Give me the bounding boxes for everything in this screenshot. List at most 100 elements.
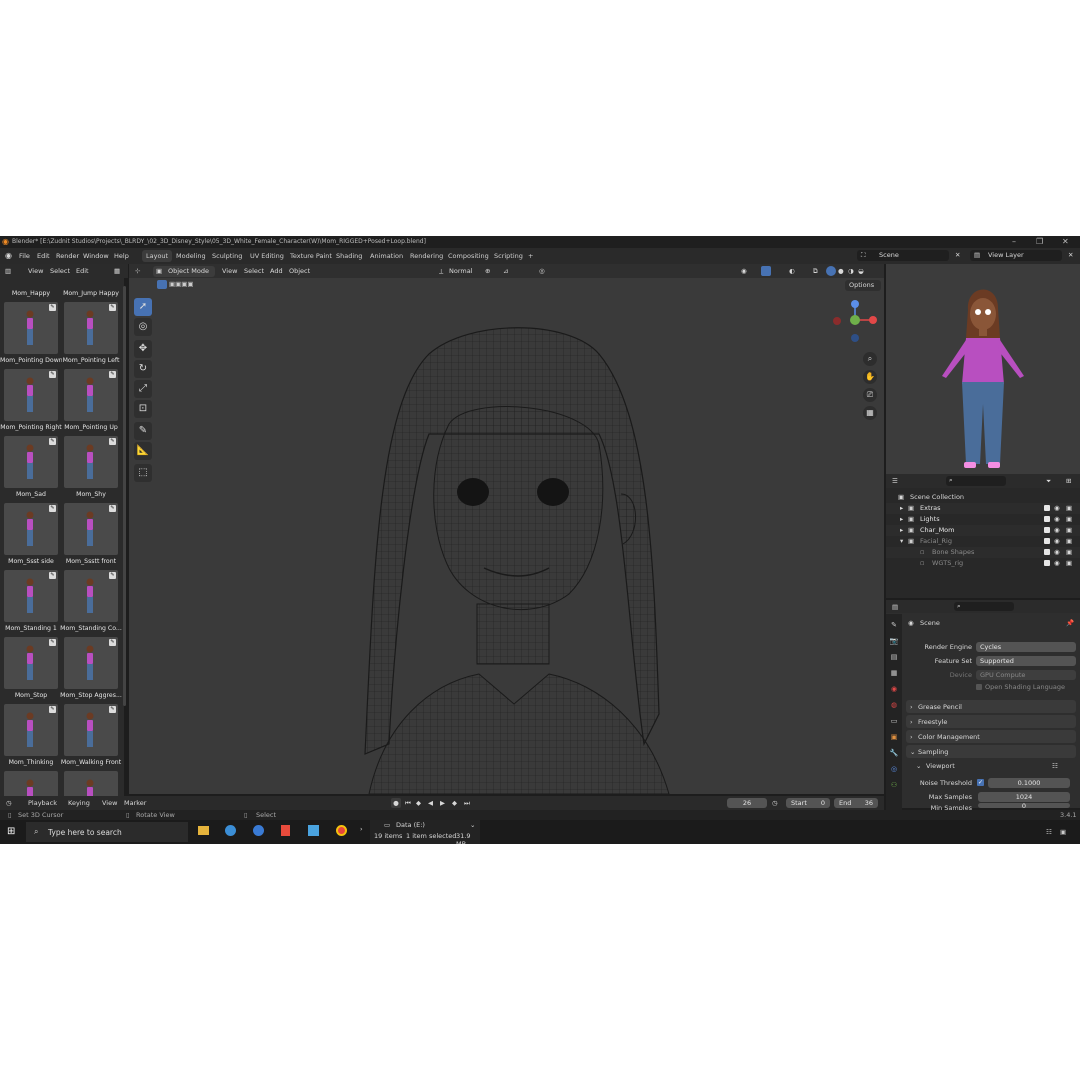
- collection-tab-icon[interactable]: ▭: [889, 716, 899, 726]
- asset-thumbnail[interactable]: ✎: [64, 436, 118, 488]
- asset-thumbnail[interactable]: ✎: [4, 436, 58, 488]
- output-tab-icon[interactable]: ▤: [889, 652, 899, 662]
- timeline-menu-view[interactable]: View: [102, 799, 117, 807]
- eye-visibility-icon[interactable]: ◉: [1054, 548, 1060, 556]
- render-tab-icon[interactable]: 📷: [889, 636, 899, 646]
- camera-render-icon[interactable]: ▣: [1066, 548, 1072, 556]
- camera-render-icon[interactable]: ▣: [1066, 515, 1072, 523]
- zoom-icon[interactable]: ⌕: [863, 352, 877, 366]
- camera-view-icon[interactable]: ⎚: [863, 388, 877, 402]
- more-apps-icon[interactable]: ›: [360, 825, 363, 833]
- file-explorer-icon[interactable]: [198, 826, 209, 835]
- minimize-icon[interactable]: –: [1012, 237, 1016, 246]
- jump-start-icon[interactable]: ⏮: [405, 799, 411, 808]
- windows-start-icon[interactable]: ⊞: [7, 826, 15, 837]
- panel-freestyle[interactable]: › Freestyle: [906, 715, 1076, 728]
- asset-thumbnail[interactable]: ✎: [4, 302, 58, 354]
- physics-tab-icon[interactable]: ◎: [889, 764, 899, 774]
- exclude-checkbox[interactable]: [1044, 505, 1050, 511]
- current-frame-field[interactable]: 26: [727, 798, 767, 808]
- end-frame-field[interactable]: End 36: [834, 798, 878, 808]
- camera-render-icon[interactable]: ▣: [1066, 537, 1072, 545]
- chrome-browser-icon[interactable]: [336, 825, 347, 836]
- asset-thumbnail[interactable]: [4, 771, 58, 796]
- play-icon[interactable]: ▶: [440, 799, 445, 807]
- timeline-menu-marker[interactable]: Marker: [124, 799, 146, 807]
- noise-threshold-field[interactable]: 0.1000: [988, 778, 1070, 788]
- asset-thumbnail[interactable]: ✎: [64, 570, 118, 622]
- timeline-menu-keying[interactable]: Keying: [68, 799, 90, 807]
- outliner-expander-icon[interactable]: ▸: [900, 526, 903, 534]
- tab-scripting[interactable]: Scripting: [494, 252, 523, 260]
- properties-search-input[interactable]: ⌕: [954, 602, 1014, 611]
- asset-menu-select[interactable]: Select: [50, 267, 70, 275]
- eye-visibility-icon[interactable]: ◉: [1054, 559, 1060, 567]
- eye-visibility-icon[interactable]: ◉: [1054, 515, 1060, 523]
- camera-render-icon[interactable]: ▣: [1066, 504, 1072, 512]
- view-layer-tab-icon[interactable]: ▦: [889, 668, 899, 678]
- add-workspace-button[interactable]: +: [528, 252, 533, 260]
- outliner-row-char-mom[interactable]: ▸ ▣ Char_Mom ◉ ▣: [886, 525, 1080, 536]
- asset-menu-view[interactable]: View: [28, 267, 43, 275]
- exclude-checkbox[interactable]: [1044, 549, 1050, 555]
- asset-thumbnail[interactable]: ✎: [4, 704, 58, 756]
- eye-visibility-icon[interactable]: ◉: [1054, 526, 1060, 534]
- close-icon[interactable]: ✕: [1062, 237, 1069, 246]
- editor-type-icon[interactable]: ▥: [5, 267, 11, 275]
- steam-app-icon[interactable]: [253, 825, 264, 836]
- blender-menu-icon[interactable]: ◉: [5, 251, 12, 260]
- panel-grease-pencil[interactable]: › Grease Pencil: [906, 700, 1076, 713]
- exclude-checkbox[interactable]: [1044, 516, 1050, 522]
- object-tab-icon[interactable]: ▣: [889, 732, 899, 742]
- render-preview[interactable]: [886, 264, 1080, 474]
- asset-browser-scrollbar[interactable]: [123, 286, 126, 706]
- chevron-down-icon[interactable]: ⌄: [916, 762, 921, 770]
- panel-sampling[interactable]: ⌄ Sampling: [906, 745, 1076, 758]
- prev-keyframe-icon[interactable]: ◆: [416, 799, 421, 807]
- outliner-row-wgts-rig[interactable]: ▫ WGTS_rig ◉ ▣: [886, 558, 1080, 569]
- asset-thumbnail[interactable]: ✎: [64, 503, 118, 555]
- exclude-checkbox[interactable]: [1044, 527, 1050, 533]
- asset-thumbnail[interactable]: ✎: [64, 302, 118, 354]
- outliner-scene-collection[interactable]: ▣ Scene Collection: [886, 492, 1080, 503]
- outliner-expander-icon[interactable]: ▸: [900, 504, 903, 512]
- new-collection-icon[interactable]: ⊞: [1066, 477, 1071, 485]
- camera-render-icon[interactable]: ▣: [1066, 526, 1072, 534]
- asset-menu-edit[interactable]: Edit: [76, 267, 89, 275]
- outliner-row-bone-shapes[interactable]: ▫ Bone Shapes ◉ ▣: [886, 547, 1080, 558]
- asset-thumbnail[interactable]: ✎: [4, 570, 58, 622]
- asset-thumbnail[interactable]: ✎: [4, 503, 58, 555]
- view-layer-selector[interactable]: ▤ View Layer: [970, 250, 1062, 261]
- tool-tab-icon[interactable]: ✎: [889, 620, 899, 630]
- editor-type-icon[interactable]: ▤: [892, 603, 898, 611]
- tab-sculpting[interactable]: Sculpting: [212, 252, 242, 260]
- eye-visibility-icon[interactable]: ◉: [1054, 537, 1060, 545]
- scene-tab-icon[interactable]: ◉: [889, 684, 899, 694]
- outliner-expander-icon[interactable]: ▸: [900, 515, 903, 523]
- navigation-gizmo[interactable]: [829, 300, 884, 350]
- feature-set-dropdown[interactable]: Supported: [976, 656, 1076, 666]
- menu-render[interactable]: Render: [56, 252, 79, 260]
- asset-thumbnail[interactable]: ✎: [4, 637, 58, 689]
- tab-uv-editing[interactable]: UV Editing: [250, 252, 284, 260]
- tab-animation[interactable]: Animation: [370, 252, 403, 260]
- tab-modeling[interactable]: Modeling: [176, 252, 206, 260]
- 3d-viewport[interactable]: ⊹ ▣ Object Mode View Select Add Object ⟂…: [129, 264, 884, 794]
- record-icon[interactable]: ●: [391, 798, 401, 808]
- grid-view-icon[interactable]: ▦: [114, 267, 120, 275]
- tab-shading[interactable]: Shading: [336, 252, 362, 260]
- asset-thumbnail[interactable]: ✎: [64, 369, 118, 421]
- menu-edit[interactable]: Edit: [37, 252, 50, 260]
- editor-type-icon[interactable]: ◷: [6, 799, 12, 807]
- asset-thumbnail[interactable]: ✎: [64, 637, 118, 689]
- noise-threshold-checkbox[interactable]: ✓: [977, 779, 984, 786]
- render-engine-dropdown[interactable]: Cycles: [976, 642, 1076, 652]
- perspective-grid-icon[interactable]: ▦: [863, 406, 877, 420]
- world-tab-icon[interactable]: ◍: [889, 700, 899, 710]
- asset-thumbnail[interactable]: [64, 771, 118, 796]
- maximize-icon[interactable]: ❐: [1036, 237, 1043, 246]
- camera-render-icon[interactable]: ▣: [1066, 559, 1072, 567]
- pan-hand-icon[interactable]: ✋: [863, 370, 877, 384]
- outliner-search-input[interactable]: ⌕: [946, 476, 1006, 486]
- tab-texture-paint[interactable]: Texture Paint: [290, 252, 332, 260]
